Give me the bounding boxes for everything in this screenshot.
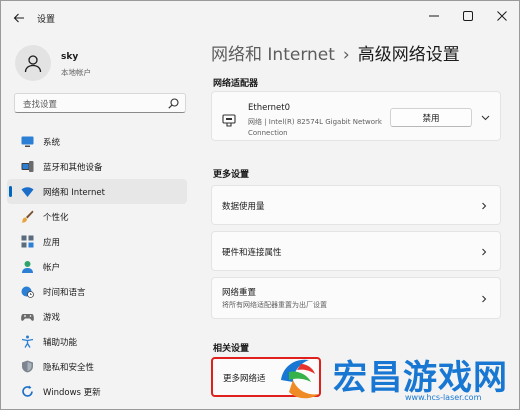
title-bar: 设置 [1, 1, 519, 35]
sidebar-item-gaming[interactable]: 游戏 [7, 304, 187, 329]
section-title-related-settings: 相关设置 [213, 344, 250, 354]
user-name: sky [61, 52, 79, 62]
sidebar-item-bluetooth[interactable]: 蓝牙和其他设备 [7, 154, 187, 179]
avatar [15, 45, 51, 81]
sidebar-item-personalization[interactable]: 个性化 [7, 204, 187, 229]
chevron-right-icon [482, 248, 487, 256]
globe-clock-icon [21, 286, 34, 298]
watermark: 宏昌游戏网 www.hcs-laser.com [271, 344, 519, 409]
search-input[interactable]: 查找设置 [14, 93, 186, 113]
sidebar-item-apps[interactable]: 应用 [7, 229, 187, 254]
account-type: 本地帐户 [61, 68, 91, 77]
minimize-icon [429, 15, 439, 17]
adapter-name: Ethernet0 [248, 103, 291, 113]
section-title-adapters: 网络适配器 [213, 79, 259, 89]
brush-icon [21, 210, 34, 223]
monitor-icon [21, 136, 34, 147]
sidebar-item-label: 网络和 Internet [43, 188, 105, 198]
settings-window: 设置 sky 本地帐户 查找设置 系统 蓝牙和其他设备 网络和 Internet… [0, 0, 520, 410]
sidebar-item-label: 帐户 [43, 263, 61, 273]
sidebar-item-network[interactable]: 网络和 Internet [7, 179, 187, 204]
watermark-brand: 宏昌游戏网 [333, 358, 508, 398]
sidebar-item-time-language[interactable]: 时间和语言 [7, 279, 187, 304]
sidebar-item-label: 个性化 [43, 213, 69, 223]
arrow-left-icon [13, 13, 24, 23]
apps-icon [21, 235, 34, 248]
sidebar-item-label: 应用 [43, 238, 61, 248]
sidebar-item-label: Windows 更新 [43, 388, 101, 398]
row-subtitle: 将所有网络适配器重置为出厂设置 [222, 301, 327, 309]
chevron-right-icon [482, 295, 487, 303]
adapter-card[interactable]: Ethernet0 网络 | Intel(R) 82574L Gigabit N… [211, 91, 501, 141]
breadcrumb: 网络和 Internet › 高级网络设置 [211, 40, 460, 65]
row-title: 硬件和连接属性 [222, 248, 282, 258]
close-icon [497, 11, 507, 21]
watermark-logo-icon [281, 359, 319, 399]
sidebar-item-accessibility[interactable]: 辅助功能 [7, 329, 187, 354]
breadcrumb-separator: › [342, 45, 350, 65]
sidebar-nav: 系统 蓝牙和其他设备 网络和 Internet 个性化 应用 帐户 时间和语言 … [7, 129, 187, 404]
bluetooth-devices-icon [21, 161, 34, 172]
window-controls [417, 1, 519, 31]
minimize-button[interactable] [417, 1, 451, 31]
search-icon [168, 98, 179, 109]
row-title: 数据使用量 [222, 202, 265, 212]
app-title: 设置 [37, 15, 56, 25]
chevron-down-icon[interactable] [481, 113, 490, 122]
maximize-button[interactable] [451, 1, 485, 31]
sidebar-item-label: 游戏 [43, 313, 61, 323]
sidebar-item-label: 隐私和安全性 [43, 363, 95, 373]
sidebar-item-windows-update[interactable]: Windows 更新 [7, 379, 187, 404]
wifi-icon [21, 187, 34, 197]
maximize-icon [463, 11, 473, 21]
breadcrumb-parent[interactable]: 网络和 Internet [211, 45, 335, 65]
accessibility-icon [21, 335, 34, 348]
search-placeholder: 查找设置 [23, 100, 58, 110]
settings-row-data-usage[interactable]: 数据使用量 [211, 185, 501, 225]
shield-icon [22, 360, 33, 373]
section-title-more-settings: 更多设置 [213, 170, 250, 180]
sidebar-item-label: 辅助功能 [43, 338, 78, 348]
sidebar-item-accounts[interactable]: 帐户 [7, 254, 187, 279]
disable-adapter-button[interactable]: 禁用 [390, 108, 472, 127]
sidebar-item-system[interactable]: 系统 [7, 129, 187, 154]
ethernet-adapter-icon [222, 114, 236, 127]
person-icon [24, 55, 42, 73]
user-profile[interactable]: sky 本地帐户 [15, 43, 195, 83]
settings-row-hardware-properties[interactable]: 硬件和连接属性 [211, 231, 501, 271]
page-title: 高级网络设置 [357, 45, 460, 65]
sidebar-item-label: 时间和语言 [43, 288, 86, 298]
back-button[interactable] [11, 10, 27, 26]
row-title: 更多网络适 [223, 374, 266, 384]
close-button[interactable] [485, 1, 519, 31]
settings-row-network-reset[interactable]: 网络重置 将所有网络适配器重置为出厂设置 [211, 277, 501, 319]
chevron-right-icon [482, 202, 487, 210]
gamepad-icon [21, 314, 34, 321]
sidebar-item-label: 蓝牙和其他设备 [43, 163, 103, 173]
row-title: 网络重置 [222, 288, 257, 298]
person-icon [22, 261, 33, 273]
sidebar-item-label: 系统 [43, 138, 61, 148]
watermark-url: www.hcs-laser.com [405, 393, 482, 402]
adapter-description: 网络 | Intel(R) 82574L Gigabit Network Con… [248, 118, 382, 137]
sidebar-item-privacy[interactable]: 隐私和安全性 [7, 354, 187, 379]
update-icon [22, 385, 33, 397]
sidebar: sky 本地帐户 查找设置 系统 蓝牙和其他设备 网络和 Internet 个性… [1, 35, 197, 409]
